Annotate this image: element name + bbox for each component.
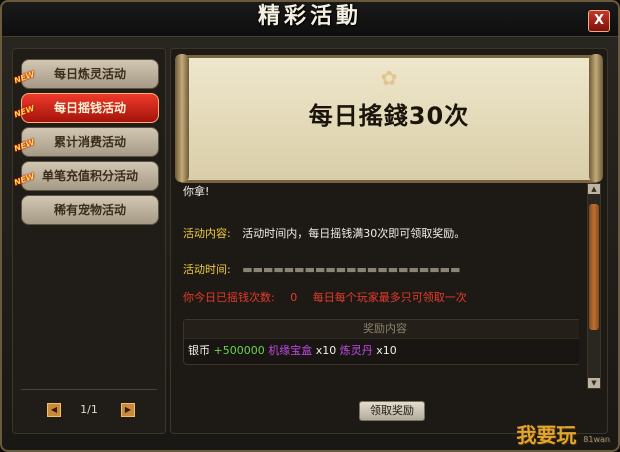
new-badge: NEW	[12, 171, 36, 188]
desc-value: 活动时间内，每日摇钱满30次即可领取奖励。	[242, 227, 466, 240]
reward-item-name: 炼灵丹	[339, 344, 373, 357]
reward-items: 银币 +500000 机缘宝盒 x10 炼灵丹 x10	[184, 339, 579, 361]
scroll-down-icon[interactable]: ▼	[588, 378, 600, 388]
time-row: 活动时间: ▬▬▬▬▬▬▬▬▬▬▬▬▬▬▬▬▬▬▬▬▬	[183, 261, 460, 277]
claim-reward-button[interactable]: 领取奖励	[359, 401, 425, 421]
watermark-sub: 81wan	[583, 435, 610, 444]
count-row: 你今日已摇钱次数: 0 每日每个玩家最多只可领取一次	[183, 289, 467, 305]
new-badge: NEW	[12, 137, 36, 154]
reward-item-amount: x10	[315, 344, 337, 357]
activity-description: 你拿! 活动内容: 活动时间内，每日摇钱满30次即可领取奖励。 活动时间: ▬▬…	[179, 183, 579, 387]
time-value-redacted: ▬▬▬▬▬▬▬▬▬▬▬▬▬▬▬▬▬▬▬▬▬	[242, 263, 461, 276]
activity-list-panel: NEW 每日炼灵活动 NEW 每日摇钱活动 NEW 累计消费活动 NEW 单笔充…	[12, 48, 166, 434]
site-watermark-logo: 我要玩 81wan	[516, 419, 610, 448]
banner-title: 每日搖錢30次	[308, 102, 470, 130]
window-title: 精彩活動	[257, 4, 362, 29]
reward-item-amount: x10	[376, 344, 397, 357]
reward-item-name: 机缘宝盒	[268, 344, 313, 357]
activity-window: 精彩活動 X NEW 每日炼灵活动 NEW 每日摇钱活动 NEW 累计消费活动 …	[0, 0, 620, 452]
tab-label: 稀有宠物活动	[53, 203, 126, 217]
prev-page-icon[interactable]: ◀	[47, 403, 61, 417]
tab-cumulative-spend[interactable]: NEW 累计消费活动	[13, 127, 159, 157]
tab-rare-pet[interactable]: 稀有宠物活动	[21, 195, 159, 225]
reward-header: 奖励内容	[184, 320, 579, 339]
time-label: 活动时间:	[183, 263, 231, 276]
count-label: 你今日已摇钱次数:	[183, 291, 275, 304]
scroll-up-icon[interactable]: ▲	[588, 184, 600, 194]
limit-note: 每日每个玩家最多只可领取一次	[312, 291, 467, 304]
intro-text: 你拿!	[183, 185, 210, 198]
reward-box: 奖励内容 银币 +500000 机缘宝盒 x10 炼灵丹 x10	[183, 319, 579, 365]
tab-label: 每日炼灵活动	[53, 67, 126, 81]
pager: ◀ 1/1 ▶	[13, 401, 165, 421]
new-badge: NEW	[12, 69, 36, 86]
desc-label: 活动内容:	[183, 227, 231, 240]
tab-daily-money-shake[interactable]: NEW 每日摇钱活动	[13, 93, 159, 123]
divider	[21, 389, 157, 390]
content-scrollbar[interactable]: ▲ ▼	[587, 183, 601, 389]
tab-daily-refine[interactable]: NEW 每日炼灵活动	[13, 59, 159, 89]
desc-row: 活动内容: 活动时间内，每日摇钱满30次即可领取奖励。	[183, 225, 465, 241]
reward-item-amount: +500000	[213, 344, 265, 357]
next-page-icon[interactable]: ▶	[121, 403, 135, 417]
activity-detail-panel: ✿ 每日搖錢30次 你拿! 活动内容: 活动时间内，每日摇钱满30次即可领取奖励…	[170, 48, 608, 434]
title-bar: 精彩活動 X	[2, 2, 618, 37]
page-indicator: 1/1	[80, 403, 98, 416]
tab-label: 单笔充值积分活动	[41, 169, 138, 183]
activity-banner: ✿ 每日搖錢30次	[175, 54, 603, 183]
tab-label: 累计消费活动	[53, 135, 126, 149]
banner-ornament-icon: ✿	[380, 66, 398, 90]
new-badge: NEW	[12, 103, 36, 120]
tab-label: 每日摇钱活动	[53, 101, 126, 115]
close-button[interactable]: X	[588, 10, 610, 32]
reward-item-name: 银币	[188, 344, 210, 357]
watermark-text: 我要玩	[516, 423, 577, 447]
tab-single-recharge-points[interactable]: NEW 单笔充值积分活动	[13, 161, 159, 191]
scroll-thumb[interactable]	[589, 204, 599, 330]
count-value: 0	[290, 291, 298, 304]
